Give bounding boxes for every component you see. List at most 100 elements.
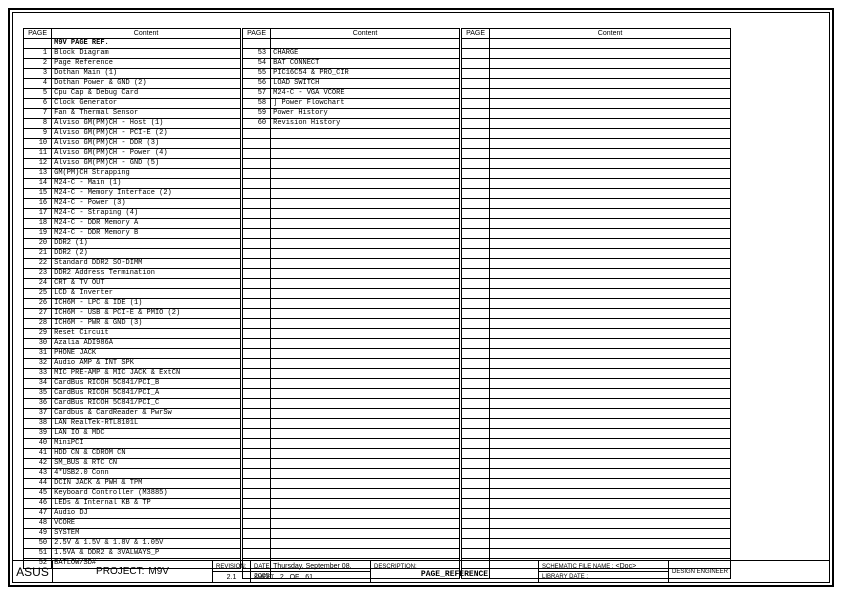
page-num: 1 xyxy=(24,49,52,59)
index-row-empty xyxy=(462,289,731,299)
index-row: 49SYSTEM xyxy=(24,529,241,539)
page-num: 7 xyxy=(24,109,52,119)
index-row: 18M24-C - DDR Memory A xyxy=(24,219,241,229)
date-sheet-cell: DATE: Thursday, September 08, 2005 SHEET… xyxy=(251,561,371,582)
index-row-empty xyxy=(462,209,731,219)
index-row: 36CardBus RICOH 5C841/PCI_C xyxy=(24,399,241,409)
index-row: 26ICH6M - LPC & IDE (1) xyxy=(24,299,241,309)
page-num: 36 xyxy=(24,399,52,409)
page-title: Cpu Cap & Debug Card xyxy=(52,89,241,99)
index-row: 1Block Diagram xyxy=(24,49,241,59)
index-row: 3Dothan Main (1) xyxy=(24,69,241,79)
index-row-empty xyxy=(243,279,460,289)
index-row-empty xyxy=(243,379,460,389)
index-row: 40MiniPCI xyxy=(24,439,241,449)
page-title: LCD & Inverter xyxy=(52,289,241,299)
page-num: 33 xyxy=(24,369,52,379)
page-num: 53 xyxy=(243,49,271,59)
page-num: 40 xyxy=(24,439,52,449)
page-num: 26 xyxy=(24,299,52,309)
index-row-empty xyxy=(243,299,460,309)
description-value: PAGE_REFERENCE xyxy=(374,570,535,579)
index-row-empty xyxy=(462,239,731,249)
page-num: 34 xyxy=(24,379,52,389)
index-row-empty xyxy=(462,109,731,119)
page-title: DDR2 (1) xyxy=(52,239,241,249)
index-row-empty xyxy=(462,99,731,109)
project-cell: PROJECT: M9V xyxy=(53,561,213,582)
index-row-empty xyxy=(462,329,731,339)
sheet-of: OF xyxy=(290,574,300,581)
header-content: Content xyxy=(271,29,460,39)
page-title: Dothan Power & GND (2) xyxy=(52,79,241,89)
page-title: HDD CN & CDROM CN xyxy=(52,449,241,459)
index-row: 37Cardbus & CardReader & PwrSw xyxy=(24,409,241,419)
index-row: 2Page Reference xyxy=(24,59,241,69)
schematic-label: SCHEMATIC FILE NAME : xyxy=(542,564,614,570)
index-row: 54BAT CONNECT xyxy=(243,59,460,69)
index-row-empty xyxy=(243,259,460,269)
index-row-empty xyxy=(462,119,731,129)
index-row: 15M24-C - Memory Interface (2) xyxy=(24,189,241,199)
page-num: 25 xyxy=(24,289,52,299)
index-row: 502.5V & 1.5V & 1.8V & 1.05V xyxy=(24,539,241,549)
sheet-total: 61 xyxy=(305,574,313,581)
page-title: ] Power Flowchart xyxy=(271,99,460,109)
page-num: 20 xyxy=(24,239,52,249)
engineer-label: DESIGN ENGINEER : xyxy=(672,569,826,575)
index-row: 57M24-C - VGA VCORE xyxy=(243,89,460,99)
page-num: 29 xyxy=(24,329,52,339)
index-row-empty xyxy=(243,159,460,169)
index-row: 31PHONE JACK xyxy=(24,349,241,359)
index-row-empty xyxy=(462,149,731,159)
index-row: 23DDR2 Address Termination xyxy=(24,269,241,279)
index-row: 28ICH6M - PWR & GND (3) xyxy=(24,319,241,329)
index-row-empty xyxy=(462,509,731,519)
index-row-empty xyxy=(243,539,460,549)
index-row-empty xyxy=(462,129,731,139)
index-row-empty xyxy=(462,269,731,279)
revision-label: REVISION: xyxy=(216,564,246,570)
page-num: 50 xyxy=(24,539,52,549)
index-row: 33MIC PRE-AMP & MIC JACK & ExtCN xyxy=(24,369,241,379)
page-num: 31 xyxy=(24,349,52,359)
index-row-empty xyxy=(462,49,731,59)
revision-cell: REVISION: 2.1 xyxy=(213,561,251,582)
page-title: DCIN JACK & PWH & TPM xyxy=(52,479,241,489)
project-label: PROJECT: xyxy=(96,566,144,577)
index-row: 6Clock Generator xyxy=(24,99,241,109)
page-num: 30 xyxy=(24,339,52,349)
page-title: Cardbus & CardReader & PwrSw xyxy=(52,409,241,419)
index-row-empty xyxy=(243,199,460,209)
page-title: VCORE xyxy=(52,519,241,529)
page-title: 4*USB2.0 Conn xyxy=(52,469,241,479)
index-row: 42SM_BUS & RTC CN xyxy=(24,459,241,469)
index-row: 21DDR2 (2) xyxy=(24,249,241,259)
header-content: Content xyxy=(490,29,731,39)
page-title: Audio DJ xyxy=(52,509,241,519)
index-row: M9V PAGE REF. xyxy=(24,39,241,49)
index-row-empty xyxy=(243,39,460,49)
page-title: Alviso GM(PM)CH - DDR (3) xyxy=(52,139,241,149)
index-row: 45Keyboard Controller (M3885) xyxy=(24,489,241,499)
index-row-empty xyxy=(462,279,731,289)
library-label: LIBRARY DATE : xyxy=(539,572,668,583)
page-num: 13 xyxy=(24,169,52,179)
page-title: Fan & Thermal Sensor xyxy=(52,109,241,119)
index-row-empty xyxy=(462,339,731,349)
index-row-empty xyxy=(462,59,731,69)
page-num: 6 xyxy=(24,99,52,109)
page-title: Block Diagram xyxy=(52,49,241,59)
page-num: 56 xyxy=(243,79,271,89)
index-row: 58] Power Flowchart xyxy=(243,99,460,109)
index-row: 27ICH6M - USB & PCI-E & PMIO (2) xyxy=(24,309,241,319)
index-row-empty xyxy=(462,539,731,549)
index-row-empty xyxy=(462,469,731,479)
page-num: 28 xyxy=(24,319,52,329)
page-num: 18 xyxy=(24,219,52,229)
header-page: PAGE xyxy=(24,29,52,39)
index-row: 60Revision History xyxy=(243,119,460,129)
page-title: Azalia ADI986A xyxy=(52,339,241,349)
index-row-empty xyxy=(243,399,460,409)
page-num: 22 xyxy=(24,259,52,269)
